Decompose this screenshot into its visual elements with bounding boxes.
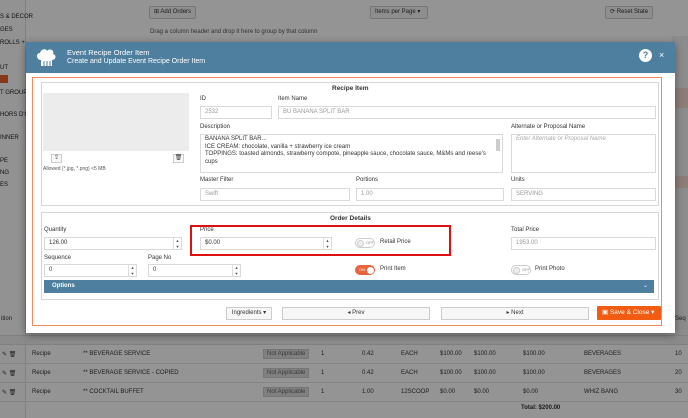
- item-name-field: BU BANANA SPLIT BAR: [278, 106, 656, 119]
- alternate-name-label: Alternate or Proposal Name: [511, 124, 586, 130]
- description-label: Description: [200, 124, 231, 130]
- price-highlight-box: [190, 225, 451, 256]
- units-label: Units: [511, 177, 525, 183]
- portions-label: Portions: [356, 177, 379, 183]
- print-photo-toggle[interactable]: OFF: [511, 265, 531, 275]
- alternate-name-field[interactable]: Enter Alternate or Proposal Name: [511, 134, 656, 173]
- quantity-input[interactable]: 126.00 ▲ ▼: [44, 237, 182, 250]
- dialog-header: Event Recipe Order Item Create and Updat…: [26, 42, 675, 73]
- save-icon: ▣: [602, 309, 609, 316]
- caret-down-icon: ▾: [651, 309, 655, 316]
- master-filter-label: Master Filter: [200, 177, 234, 183]
- recipe-item-title: Recipe Item: [332, 85, 369, 92]
- recipe-image-placeholder[interactable]: [43, 93, 189, 151]
- save-close-button[interactable]: ▣ Save & Close ▾: [597, 306, 661, 320]
- page-no-label: Page No: [148, 255, 172, 261]
- print-item-label: Print Item: [380, 266, 406, 272]
- id-field: 2532: [200, 106, 272, 119]
- caret-down-icon: ▾: [263, 310, 267, 316]
- order-details-title: Order Details: [330, 215, 371, 222]
- page-no-input[interactable]: 0 ▲ ▼: [148, 264, 241, 277]
- master-filter-field: Swift: [200, 188, 350, 201]
- id-label: ID: [200, 96, 206, 102]
- quantity-label: Quantity: [44, 227, 67, 233]
- quantity-stepper[interactable]: ▲ ▼: [173, 238, 181, 249]
- next-button[interactable]: ▸ Next: [441, 307, 589, 320]
- description-scrollbar[interactable]: [496, 139, 500, 151]
- sequence-input[interactable]: 0 ▲ ▼: [44, 264, 137, 277]
- prev-button[interactable]: ◂ Prev: [282, 307, 430, 320]
- help-icon[interactable]: ?: [639, 49, 652, 62]
- dialog-title: Event Recipe Order Item: [67, 48, 150, 57]
- item-name-label: Item Name: [278, 96, 308, 102]
- description-textarea[interactable]: BANANA SPLIT BAR... ICE CREAM: chocolate…: [200, 134, 503, 173]
- close-icon[interactable]: ×: [659, 50, 664, 60]
- trash-icon[interactable]: 🗑: [173, 154, 184, 163]
- event-recipe-order-item-dialog: Event Recipe Order Item Create and Updat…: [26, 42, 675, 333]
- chevron-down-icon: ⌄: [642, 283, 648, 289]
- chef-hat-icon: [37, 49, 56, 66]
- upload-icon[interactable]: ⇪: [51, 154, 62, 163]
- sequence-label: Sequence: [44, 255, 72, 261]
- total-price-label: Total Price: [511, 227, 540, 233]
- print-photo-label: Print Photo: [535, 266, 565, 272]
- total-price-field: 1953.00: [511, 237, 656, 250]
- print-item-toggle[interactable]: ON: [355, 265, 375, 275]
- ingredients-button[interactable]: Ingredients ▾: [226, 307, 272, 320]
- sequence-stepper[interactable]: ▲ ▼: [128, 265, 136, 276]
- dialog-subtitle: Create and Update Event Recipe Order Ite…: [67, 58, 206, 65]
- allowed-file-types: Allowed (*.jpg, *.png) <5 MB: [43, 166, 106, 172]
- portions-field: 1.00: [356, 188, 504, 201]
- units-field: SERVING: [511, 188, 656, 201]
- options-accordion[interactable]: Options ⌄: [44, 280, 654, 293]
- page-no-stepper[interactable]: ▲ ▼: [232, 265, 240, 276]
